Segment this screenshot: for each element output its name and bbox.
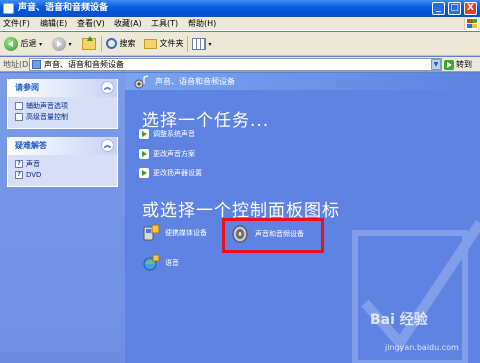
link-label: DVD <box>26 171 42 179</box>
back-arrow-icon <box>4 36 18 51</box>
task-arrow-icon <box>139 168 149 178</box>
menu-file[interactable]: 文件(F) <box>3 17 30 31</box>
maximize-button[interactable]: □ <box>448 2 461 15</box>
back-button[interactable]: 后退 ▾ <box>4 36 42 52</box>
menu-favorites[interactable]: 收藏(A) <box>114 17 142 31</box>
folders-label: 文件夹 <box>159 39 184 48</box>
address-label: 地址(D) <box>3 60 32 69</box>
menu-tools[interactable]: 工具(T) <box>151 17 178 31</box>
troubleshoot-title: 疑难解答 <box>15 141 47 150</box>
cp-speech[interactable]: 语音 <box>141 253 179 273</box>
left-task-pane: 请参阅 ︽ 辅助声音选项 高级音量控制 疑难解答 ︽ ? 声音 ? DVD <box>0 73 125 363</box>
cp-item-label: 语音 <box>165 259 179 267</box>
cp-item-label: 便携媒体设备 <box>165 229 207 237</box>
folders-button[interactable]: 文件夹 <box>144 36 184 52</box>
highlight-box <box>222 218 324 253</box>
cp-portable-media-devices[interactable]: 便携媒体设备 <box>141 223 207 243</box>
troubleshoot-header[interactable]: 疑难解答 ︽ <box>8 137 117 155</box>
collapse-chevron-icon[interactable]: ︽ <box>101 81 114 94</box>
main-content: 声音、语音和音频设备 选择一个任务... 调整系统声音 更改声音方案 更改扬声器… <box>125 73 480 363</box>
accessibility-icon <box>15 102 23 110</box>
window-icon <box>3 3 14 14</box>
address-input[interactable]: 声音、语音和音频设备 <box>29 58 442 71</box>
menu-help[interactable]: 帮助(H) <box>188 17 216 31</box>
troubleshoot-panel: 疑难解答 ︽ ? 声音 ? DVD <box>7 137 118 187</box>
watermark-brand: Bai 经验 <box>370 312 428 328</box>
address-bar: 地址(D) 声音、语音和音频设备 ▼ 转到 <box>0 57 480 72</box>
task-label: 调整系统声音 <box>153 130 195 138</box>
windows-logo-icon <box>464 18 478 30</box>
background-checkmark-graphic <box>352 220 480 363</box>
title-bar: 声音、语音和音频设备 _ □ X <box>0 0 480 17</box>
link-advanced-volume[interactable]: 高级音量控制 <box>8 112 117 123</box>
up-folder-icon <box>82 35 96 50</box>
see-also-panel: 请参阅 ︽ 辅助声音选项 高级音量控制 <box>7 79 118 129</box>
search-label: 搜索 <box>119 39 136 48</box>
folder-icon <box>144 38 157 49</box>
task-change-speaker-settings[interactable]: 更改扬声器设置 <box>139 167 202 179</box>
menu-edit[interactable]: 编辑(E) <box>40 17 67 31</box>
address-dropdown-button[interactable]: ▼ <box>431 59 441 70</box>
link-accessibility-sound[interactable]: 辅助声音选项 <box>8 101 117 112</box>
task-change-sound-scheme[interactable]: 更改声音方案 <box>139 148 195 160</box>
control-panel-icon <box>32 60 41 69</box>
menu-bar: 文件(F) 编辑(E) 查看(V) 收藏(A) 工具(T) 帮助(H) <box>0 17 480 31</box>
speaker-music-icon <box>134 75 149 89</box>
portable-media-icon <box>143 224 160 241</box>
task-label: 更改声音方案 <box>153 150 195 158</box>
task-label: 更改扬声器设置 <box>153 169 202 177</box>
address-value: 声音、语音和音频设备 <box>44 60 124 69</box>
go-label: 转到 <box>456 60 472 69</box>
up-folder-button[interactable] <box>82 35 96 52</box>
category-header: 声音、语音和音频设备 <box>125 73 480 90</box>
see-also-header[interactable]: 请参阅 ︽ <box>8 79 117 97</box>
link-dvd-troubleshoot[interactable]: ? DVD <box>8 170 117 181</box>
task-adjust-system-sound[interactable]: 调整系统声音 <box>139 128 195 140</box>
search-icon <box>106 38 117 49</box>
category-title: 声音、语音和音频设备 <box>155 77 235 86</box>
task-arrow-icon <box>139 149 149 159</box>
link-sound-troubleshoot[interactable]: ? 声音 <box>8 159 117 170</box>
link-label: 声音 <box>26 160 40 168</box>
watermark-url: jingyan.baidu.com <box>385 343 459 352</box>
close-button[interactable]: X <box>464 2 477 15</box>
task-arrow-icon <box>139 129 149 139</box>
link-label: 辅助声音选项 <box>26 102 68 110</box>
minimize-button[interactable]: _ <box>432 2 445 15</box>
go-button[interactable]: 转到 <box>444 58 472 71</box>
collapse-chevron-icon[interactable]: ︽ <box>101 139 114 152</box>
window-title: 声音、语音和音频设备 <box>18 3 109 13</box>
see-also-title: 请参阅 <box>15 83 39 92</box>
speech-icon <box>143 254 160 271</box>
search-button[interactable]: 搜索 <box>106 36 136 52</box>
forward-arrow-icon <box>52 36 66 51</box>
volume-icon <box>15 113 23 121</box>
back-label: 后退 <box>20 39 37 48</box>
go-arrow-icon <box>444 59 454 70</box>
views-icon <box>192 37 206 50</box>
help-icon: ? <box>15 160 23 168</box>
help-icon: ? <box>15 171 23 179</box>
toolbar: 后退 ▾ ▾ 搜索 文件夹 ▾ <box>0 32 480 56</box>
views-button[interactable]: ▾ <box>192 36 212 52</box>
menu-view[interactable]: 查看(V) <box>77 17 105 31</box>
link-label: 高级音量控制 <box>26 113 68 121</box>
forward-button[interactable]: ▾ <box>52 36 72 52</box>
